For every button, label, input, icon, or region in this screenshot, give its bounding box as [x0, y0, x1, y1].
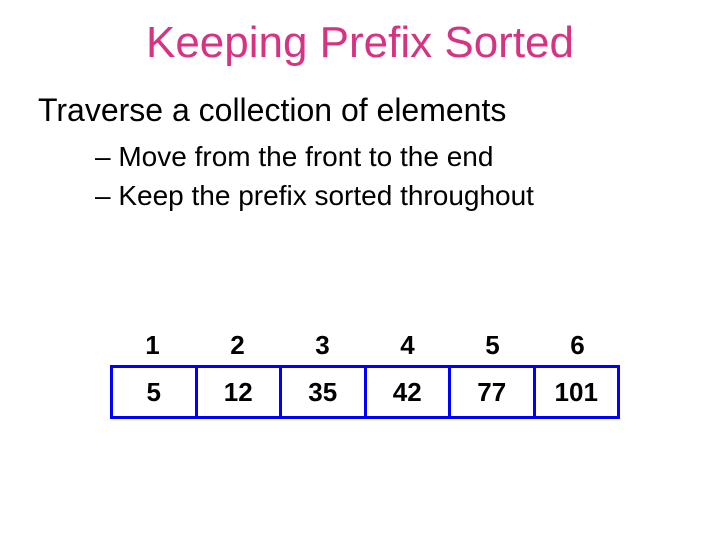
- array-indices-row: 1 2 3 4 5 6: [110, 330, 620, 361]
- array-cell: 101: [536, 368, 618, 416]
- array-cell: 42: [367, 368, 452, 416]
- array-index: 1: [110, 330, 195, 361]
- bullet-list: – Move from the front to the end – Keep …: [95, 137, 720, 215]
- array-cell: 12: [198, 368, 283, 416]
- array-index: 6: [535, 330, 620, 361]
- array-cell: 77: [451, 368, 536, 416]
- array-cell: 35: [282, 368, 367, 416]
- slide-subtitle: Traverse a collection of elements: [38, 92, 720, 129]
- array-index: 5: [450, 330, 535, 361]
- array-index: 3: [280, 330, 365, 361]
- array-diagram: 1 2 3 4 5 6 5 12 35 42 77 101: [110, 330, 620, 419]
- array-index: 2: [195, 330, 280, 361]
- array-cell: 5: [113, 368, 198, 416]
- array-cells-row: 5 12 35 42 77 101: [110, 365, 620, 419]
- bullet-item: – Move from the front to the end: [95, 137, 720, 176]
- slide-title: Keeping Prefix Sorted: [0, 18, 720, 68]
- bullet-item: – Keep the prefix sorted throughout: [95, 176, 720, 215]
- array-index: 4: [365, 330, 450, 361]
